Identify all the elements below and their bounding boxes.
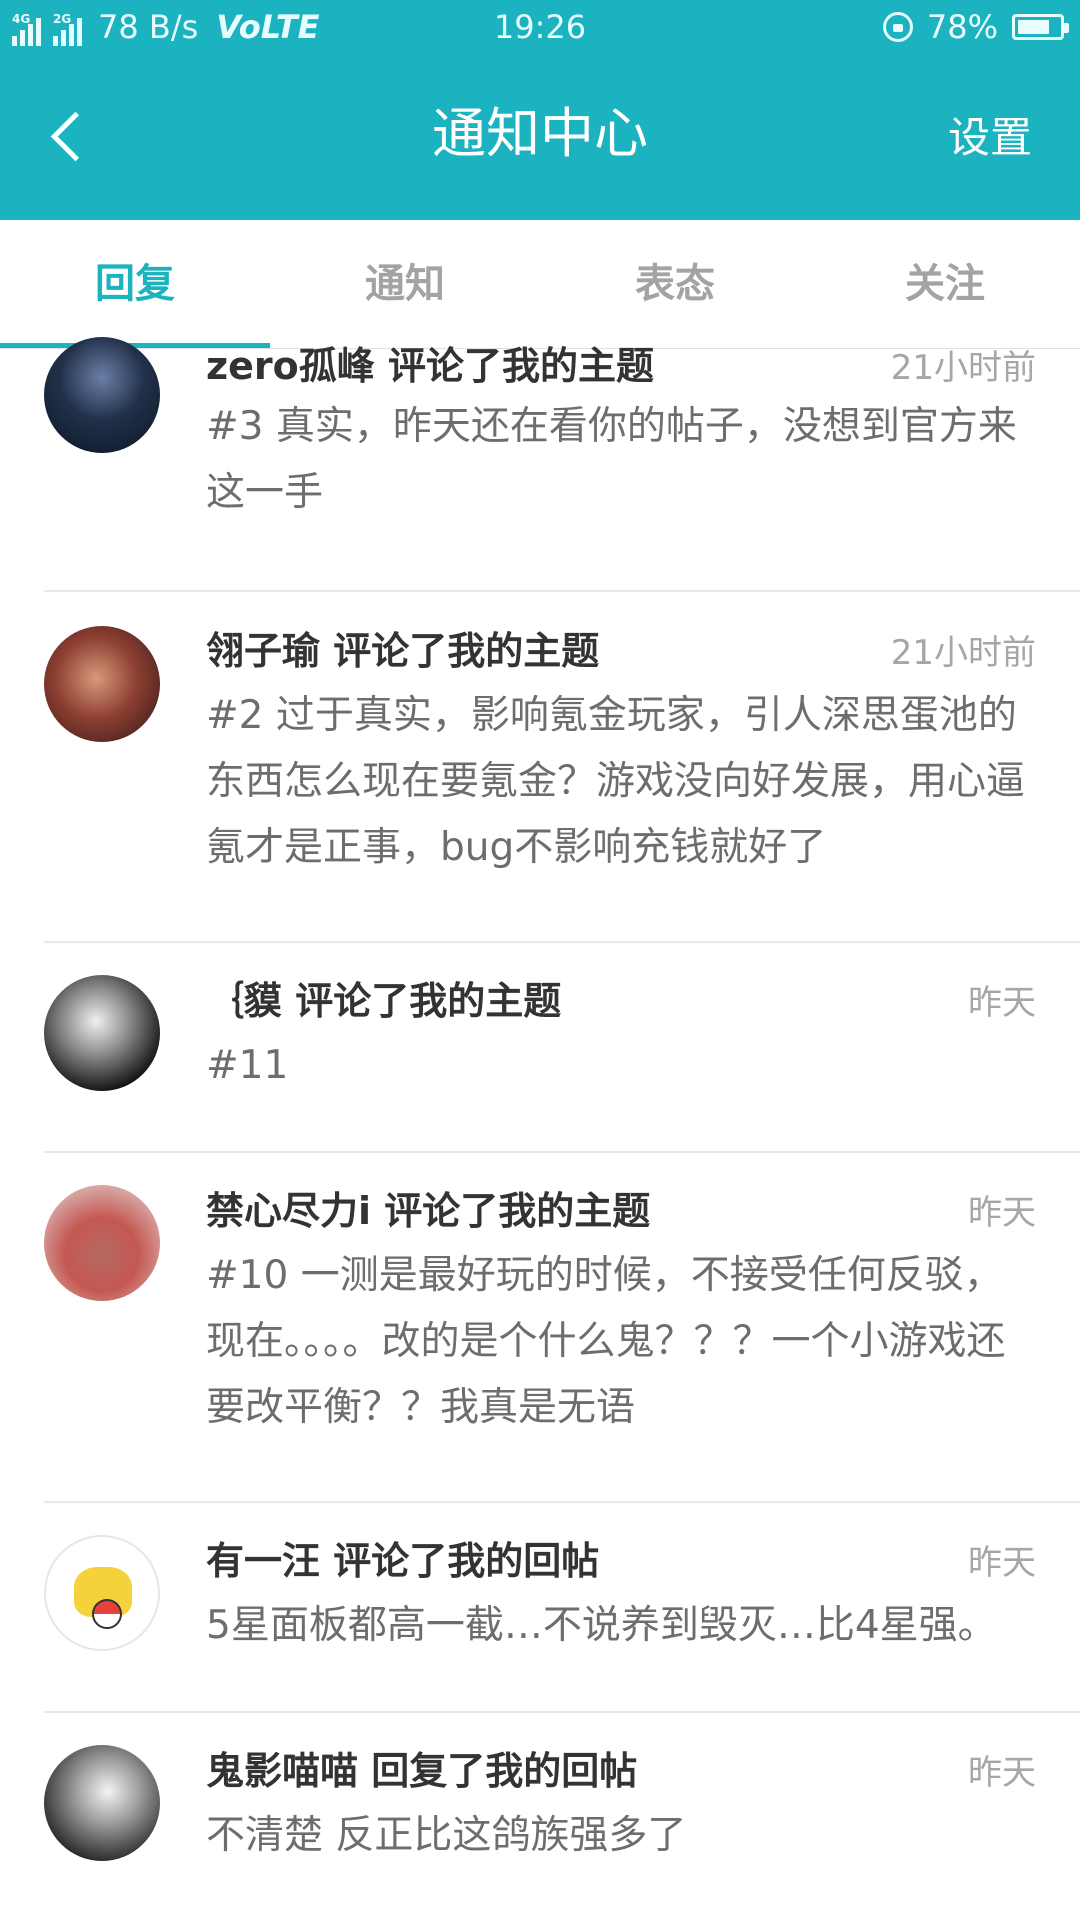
list-item[interactable]: 有一汪 评论了我的回帖 昨天 5星面板都高一截…不说养到毁灭…比4星强。 [44,1503,1080,1713]
notification-title: 鬼影喵喵 回复了我的回帖 [206,1749,638,1793]
notification-message: #10 一测是最好玩的时候，不接受任何反驳，现在。。。。改的是个什么鬼？？？一个… [206,1253,1006,1430]
notification-title: zero孤峰 评论了我的主题 [206,344,654,388]
notification-list: zero孤峰 评论了我的主题 21小时前 #3 真实，昨天还在看你的帖子，没想到… [0,337,1080,1923]
notification-title: 有一汪 评论了我的回帖 [206,1539,600,1583]
avatar[interactable] [44,1535,160,1651]
notification-time: 21小时前 [890,348,1036,388]
notification-message: #2 过于真实，影响氪金玩家，引人深思蛋池的东西怎么现在要氪金？游戏没向好发展，… [206,693,1026,870]
avatar[interactable] [44,975,160,1091]
pokeball-icon [92,1599,122,1629]
tab-bar: 回复 通知 表态 关注 [0,220,1080,349]
battery-percent: 78% [926,8,998,46]
list-item[interactable]: 翎子瑜 评论了我的主题 21小时前 #2 过于真实，影响氪金玩家，引人深思蛋池的… [44,592,1080,943]
avatar[interactable] [44,1185,160,1301]
settings-button[interactable]: 设置 [948,112,1032,164]
notification-time: 昨天 [968,1753,1036,1793]
tab-reactions[interactable]: 表态 [540,220,810,348]
avatar[interactable] [44,1745,160,1861]
notification-time: 昨天 [968,983,1036,1023]
notification-title: 禁心尽力i 评论了我的主题 [206,1189,651,1233]
status-bar: 4G 2G 78 B/s VoLTE 19:26 78% [0,0,1080,54]
app-header: 通知中心 设置 [0,54,1080,220]
notification-message: 不清楚 反正比这鸽族强多了 [206,1813,687,1858]
rotation-lock-icon [882,12,913,42]
avatar[interactable] [44,337,160,453]
tab-follows[interactable]: 关注 [810,220,1080,348]
status-right: 78% [882,8,1069,46]
page-title: 通知中心 [432,102,648,165]
list-item[interactable]: ｛貘 评论了我的主题 昨天 #11 [44,943,1080,1153]
tab-replies[interactable]: 回复 [0,220,270,348]
notification-title: ｛貘 评论了我的主题 [206,979,562,1023]
notification-message: 5星面板都高一截…不说养到毁灭…比4星强。 [206,1603,997,1648]
notification-title: 翎子瑜 评论了我的主题 [206,629,600,673]
list-item[interactable]: zero孤峰 评论了我的主题 21小时前 #3 真实，昨天还在看你的帖子，没想到… [44,337,1080,592]
notification-time: 昨天 [968,1193,1036,1233]
avatar[interactable] [44,626,160,742]
battery-fill [1018,20,1050,34]
battery-icon [1012,14,1069,40]
notification-message: #11 [206,1043,289,1088]
list-item[interactable]: 禁心尽力i 评论了我的主题 昨天 #10 一测是最好玩的时候，不接受任何反驳，现… [44,1153,1080,1503]
notification-time: 21小时前 [890,633,1036,673]
notification-time: 昨天 [968,1543,1036,1583]
list-item[interactable]: 鬼影喵喵 回复了我的回帖 昨天 不清楚 反正比这鸽族强多了 [44,1713,1080,1923]
tab-notices[interactable]: 通知 [270,220,540,348]
notification-message: #3 真实，昨天还在看你的帖子，没想到官方来这一手 [206,404,1017,515]
